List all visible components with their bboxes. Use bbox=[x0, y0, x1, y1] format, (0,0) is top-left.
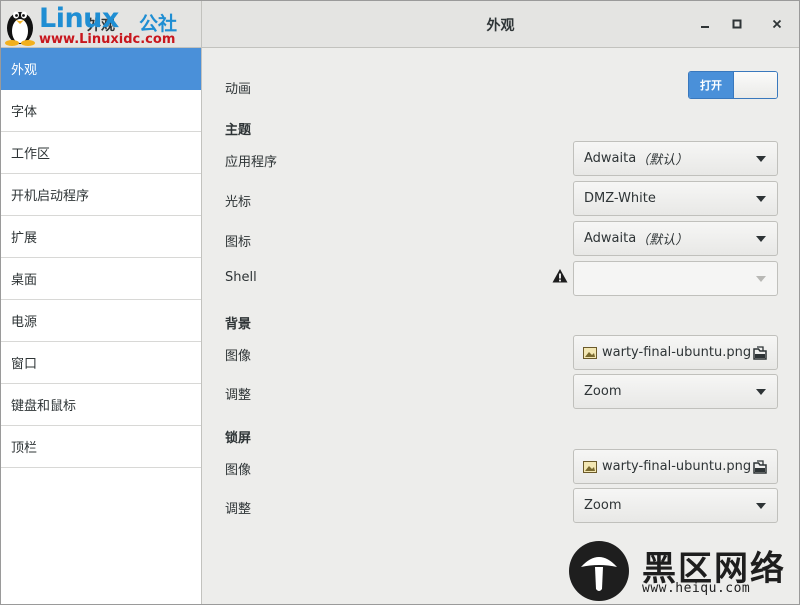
switch-knob bbox=[733, 72, 777, 98]
heiqu-watermark: 黑区网络 www.heiqu.com bbox=[569, 541, 800, 605]
chevron-down-icon bbox=[756, 196, 766, 202]
minimize-icon bbox=[701, 26, 709, 28]
animation-label: 动画 bbox=[225, 82, 252, 97]
chevron-down-icon bbox=[756, 503, 766, 509]
shell-theme-label: Shell bbox=[225, 270, 257, 285]
sidebar-item-label: 工作区 bbox=[11, 147, 51, 162]
mushroom-logo-icon bbox=[569, 541, 629, 601]
tux-penguin-icon bbox=[5, 11, 35, 46]
sidebar-item-label: 电源 bbox=[11, 315, 38, 330]
sidebar-item-startup-applications[interactable]: 开机启动程序 bbox=[1, 174, 201, 216]
maximize-icon bbox=[732, 19, 742, 29]
lock-screen-section-title: 锁屏 bbox=[225, 431, 252, 446]
shell-theme-combo[interactable] bbox=[573, 261, 778, 296]
close-button[interactable] bbox=[766, 13, 788, 35]
document-open-icon bbox=[753, 460, 767, 474]
background-image-label: 图像 bbox=[225, 349, 252, 364]
image-file-icon bbox=[583, 346, 597, 359]
applications-theme-combo[interactable]: Adwaita （默认） bbox=[573, 141, 778, 176]
sidebar-item-label: 扩展 bbox=[11, 231, 38, 246]
sidebar-item-label: 键盘和鼠标 bbox=[11, 399, 77, 414]
sidebar-item-label: 桌面 bbox=[11, 273, 38, 288]
sidebar-item-keyboard-mouse[interactable]: 键盘和鼠标 bbox=[1, 384, 201, 426]
combo-value: Zoom bbox=[584, 498, 622, 513]
combo-default-suffix: （默认） bbox=[636, 153, 689, 168]
chevron-down-icon bbox=[756, 156, 766, 162]
background-section-title: 背景 bbox=[225, 317, 252, 332]
sidebar-item-extensions[interactable]: 扩展 bbox=[1, 216, 201, 258]
combo-value: Adwaita bbox=[584, 231, 637, 246]
sidebar-item-label: 顶栏 bbox=[11, 441, 38, 456]
chevron-down-icon bbox=[756, 276, 766, 282]
close-icon bbox=[772, 19, 782, 29]
cursor-theme-combo[interactable]: DMZ-White bbox=[573, 181, 778, 216]
background-adjustment-label: 调整 bbox=[225, 388, 252, 403]
header-bar: 外观 bbox=[202, 1, 799, 48]
watermark-url: www.heiqu.com bbox=[642, 581, 751, 596]
icons-theme-label: 图标 bbox=[225, 235, 252, 250]
lock-screen-adjustment-combo[interactable]: Zoom bbox=[573, 488, 778, 523]
logo-url: www.Linuxidc.com bbox=[39, 32, 176, 47]
sidebar-item-fonts[interactable]: 字体 bbox=[1, 90, 201, 132]
sidebar-item-top-bar[interactable]: 顶栏 bbox=[1, 426, 201, 468]
applications-theme-label: 应用程序 bbox=[225, 155, 278, 170]
animation-switch[interactable]: 打开 bbox=[688, 71, 778, 99]
sidebar-item-appearance[interactable]: 外观 bbox=[1, 48, 201, 90]
combo-value: Adwaita bbox=[584, 151, 637, 166]
sidebar-item-power[interactable]: 电源 bbox=[1, 300, 201, 342]
maximize-button[interactable] bbox=[726, 13, 748, 35]
sidebar: 外观 字体 工作区 开机启动程序 扩展 桌面 电源 窗口 键盘和鼠标 顶栏 bbox=[1, 48, 202, 604]
lock-screen-image-file-button[interactable]: warty-final-ubuntu.png bbox=[573, 449, 778, 484]
sidebar-item-desktop[interactable]: 桌面 bbox=[1, 258, 201, 300]
lock-screen-adjustment-label: 调整 bbox=[225, 502, 252, 517]
document-open-icon bbox=[753, 346, 767, 360]
combo-default-suffix: （默认） bbox=[636, 233, 689, 248]
sidebar-item-label: 外观 bbox=[11, 63, 38, 78]
icons-theme-combo[interactable]: Adwaita （默认） bbox=[573, 221, 778, 256]
minimize-button[interactable] bbox=[694, 13, 716, 35]
lock-screen-image-label: 图像 bbox=[225, 463, 252, 478]
sidebar-item-workspaces[interactable]: 工作区 bbox=[1, 132, 201, 174]
themes-section-title: 主题 bbox=[225, 123, 252, 138]
sidebar-item-label: 字体 bbox=[11, 105, 38, 120]
sidebar-item-label: 开机启动程序 bbox=[11, 189, 90, 204]
image-file-icon bbox=[583, 460, 597, 473]
switch-on-label: 打开 bbox=[689, 72, 733, 98]
tweaks-window: 外观 外观 Linux 公社 www.Linuxidc.com 外观 字体 工作… bbox=[0, 0, 800, 605]
background-image-file-button[interactable]: warty-final-ubuntu.png bbox=[573, 335, 778, 370]
chevron-down-icon bbox=[756, 389, 766, 395]
warning-icon bbox=[552, 269, 568, 283]
chevron-down-icon bbox=[756, 236, 766, 242]
logo-brand: Linux bbox=[39, 3, 119, 34]
combo-value: Zoom bbox=[584, 384, 622, 399]
background-adjustment-combo[interactable]: Zoom bbox=[573, 374, 778, 409]
combo-value: DMZ-White bbox=[584, 191, 656, 206]
sidebar-item-label: 窗口 bbox=[11, 357, 38, 372]
linuxidc-logo: Linux 公社 www.Linuxidc.com bbox=[3, 3, 188, 47]
sidebar-item-windows[interactable]: 窗口 bbox=[1, 342, 201, 384]
file-name: warty-final-ubuntu.png bbox=[602, 345, 752, 360]
appearance-panel: 动画 打开 主题 应用程序 Adwaita （默认） 光标 DMZ-White … bbox=[203, 49, 799, 604]
cursor-theme-label: 光标 bbox=[225, 195, 252, 210]
file-name: warty-final-ubuntu.png bbox=[602, 459, 752, 474]
